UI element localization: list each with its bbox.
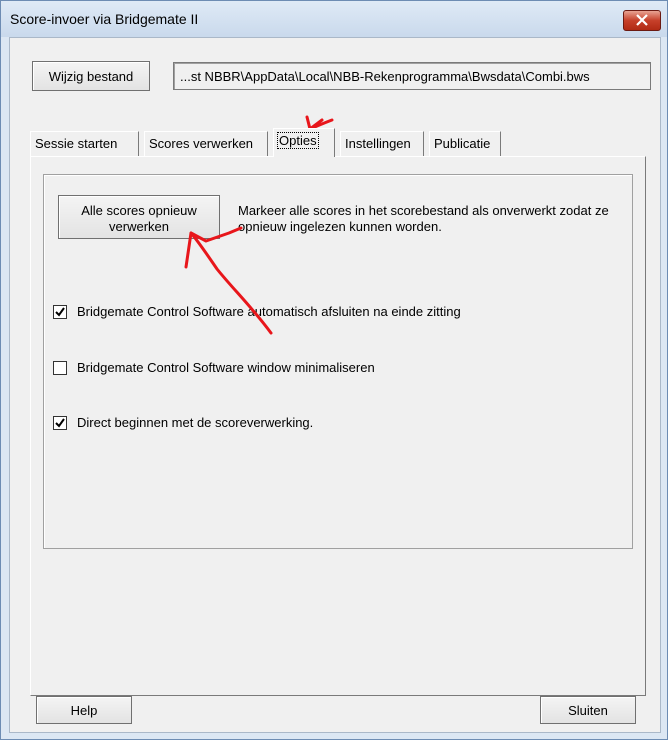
close-icon	[636, 14, 648, 26]
help-button-label: Help	[70, 703, 98, 718]
reprocess-description: Markeer alle scores in het scorebestand …	[238, 203, 609, 234]
change-file-button-label: Wijzig bestand	[48, 69, 134, 84]
change-file-button[interactable]: Wijzig bestand	[32, 61, 150, 91]
tab-instellingen[interactable]: Instellingen	[340, 131, 424, 157]
dialog-client-area: Wijzig bestand ...st NBBR\AppData\Local\…	[9, 37, 661, 733]
direct-start-processing-checkbox[interactable]	[53, 416, 67, 430]
close-dialog-button-label: Sluiten	[568, 703, 608, 718]
auto-close-bcs-label: Bridgemate Control Software automatisch …	[77, 304, 461, 319]
options-tab-panel: Alle scores opnieuw verwerken Markeer al…	[30, 156, 646, 696]
close-dialog-button[interactable]: Sluiten	[540, 696, 636, 724]
minimize-bcs-window-checkbox[interactable]	[53, 361, 67, 375]
title-bar[interactable]: Score-invoer via Bridgemate II	[1, 1, 667, 37]
checkmark-icon	[55, 307, 65, 317]
reprocess-button-label: Alle scores opnieuw verwerken	[81, 203, 197, 234]
tab-sessie-starten[interactable]: Sessie starten	[30, 131, 139, 157]
close-window-button[interactable]	[623, 10, 661, 31]
help-button[interactable]: Help	[36, 696, 132, 724]
file-path-field[interactable]: ...st NBBR\AppData\Local\NBB-Rekenprogra…	[173, 62, 651, 90]
tab-scores-verwerken[interactable]: Scores verwerken	[144, 131, 268, 157]
direct-start-processing-label: Direct beginnen met de scoreverwerking.	[77, 415, 314, 430]
checkmark-icon	[55, 418, 65, 428]
tab-publicatie[interactable]: Publicatie	[429, 131, 501, 157]
dialog-window: Score-invoer via Bridgemate II Wijzig be…	[0, 0, 668, 740]
options-group-box: Alle scores opnieuw verwerken Markeer al…	[43, 174, 633, 549]
reprocess-all-scores-button[interactable]: Alle scores opnieuw verwerken	[58, 195, 220, 239]
auto-close-bcs-checkbox[interactable]	[53, 305, 67, 319]
tab-opties[interactable]: Opties	[273, 128, 335, 157]
minimize-bcs-window-label: Bridgemate Control Software window minim…	[77, 360, 375, 375]
window-title: Score-invoer via Bridgemate II	[10, 11, 199, 27]
